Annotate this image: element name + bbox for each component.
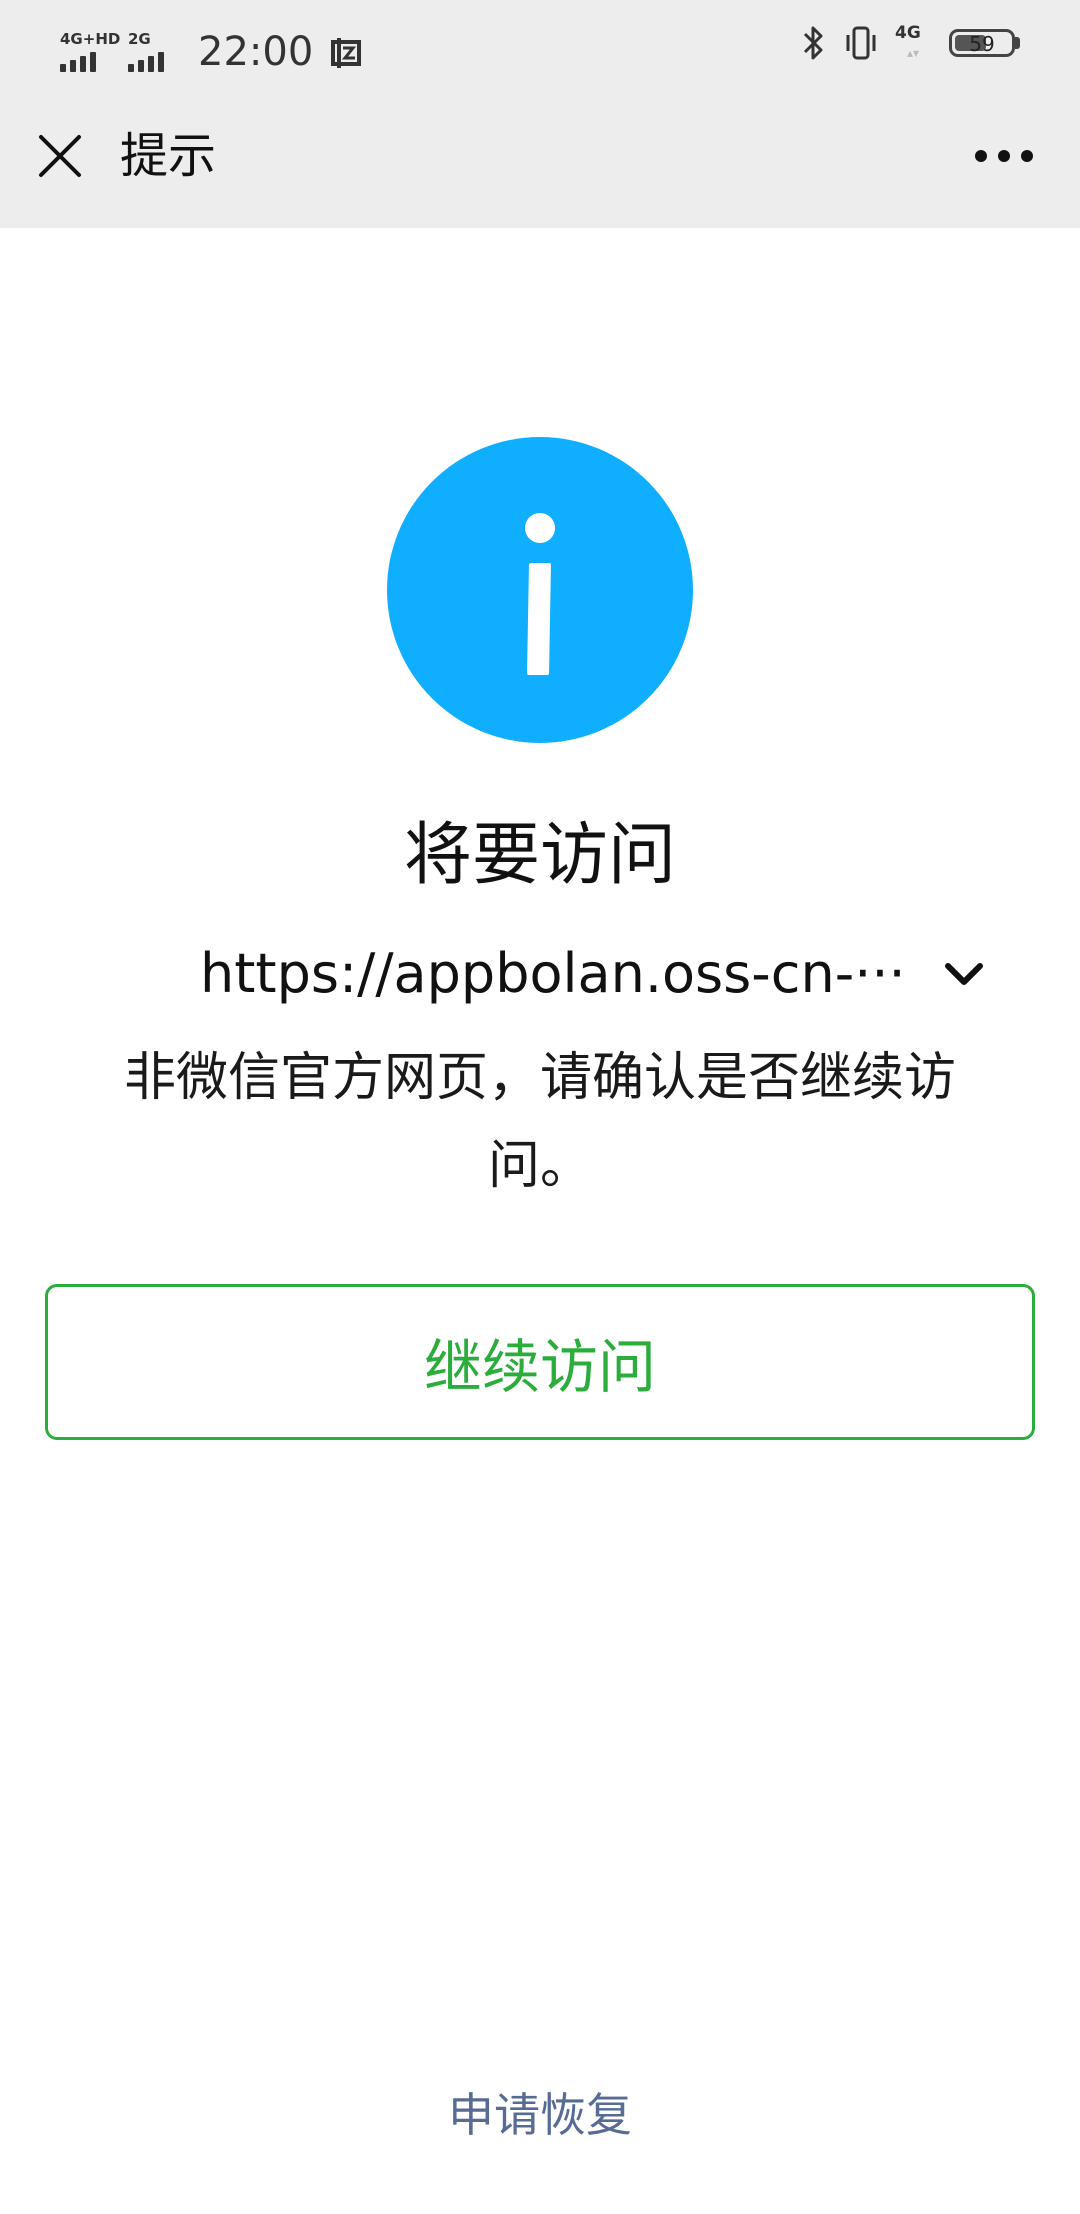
- page-title: 提示: [120, 128, 217, 184]
- more-icon: [975, 150, 1033, 162]
- signal-icon: 4G+HD: [60, 30, 120, 74]
- nav-bar: 提示: [0, 86, 1080, 228]
- network-type-label: 2G: [128, 30, 151, 48]
- signal-icon: 2G: [128, 30, 174, 74]
- url-row[interactable]: https://appbolan.oss-cn-···: [0, 938, 1080, 1010]
- battery-level: 59: [969, 32, 995, 56]
- bluetooth-icon: [803, 26, 823, 60]
- status-bar-right: 4G ▴▾ 59: [785, 18, 1020, 68]
- warning-heading: 将要访问: [403, 816, 676, 895]
- info-icon-dot: [525, 513, 555, 543]
- status-time: 22:00: [198, 29, 314, 75]
- target-url: https://appbolan.oss-cn-···: [200, 942, 906, 1005]
- network-type-label: 4G+HD: [60, 30, 121, 48]
- top-band: 4G+HD 2G 22:00 4G ▴▾ 59 提示: [0, 0, 1080, 228]
- mobile-data-icon: 4G ▴▾: [895, 23, 933, 63]
- chevron-down-icon[interactable]: [940, 950, 988, 998]
- data-activity-arrows: ▴▾: [907, 46, 920, 60]
- info-icon-stem: [527, 563, 551, 675]
- vibrate-icon: [846, 26, 876, 60]
- screenshot-notification-icon: [331, 38, 362, 68]
- status-bar-left: 4G+HD 2G 22:00: [60, 14, 363, 74]
- continue-visit-button[interactable]: 继续访问: [45, 1284, 1035, 1440]
- close-button[interactable]: [30, 126, 90, 186]
- mobile-data-label: 4G: [895, 23, 921, 43]
- info-icon: [387, 437, 693, 743]
- status-bar: 4G+HD 2G 22:00 4G ▴▾ 59: [0, 0, 1080, 86]
- signal-bars: [128, 52, 168, 72]
- apply-restore-link[interactable]: 申请恢复: [0, 2080, 1080, 2150]
- signal-bars: [60, 52, 100, 72]
- battery-icon: 59: [949, 29, 1015, 57]
- battery-cap: [1015, 37, 1020, 49]
- more-button[interactable]: [968, 126, 1040, 186]
- warning-description: 非微信官方网页，请确认是否继续访问。: [123, 1048, 956, 1196]
- close-icon: [39, 135, 81, 177]
